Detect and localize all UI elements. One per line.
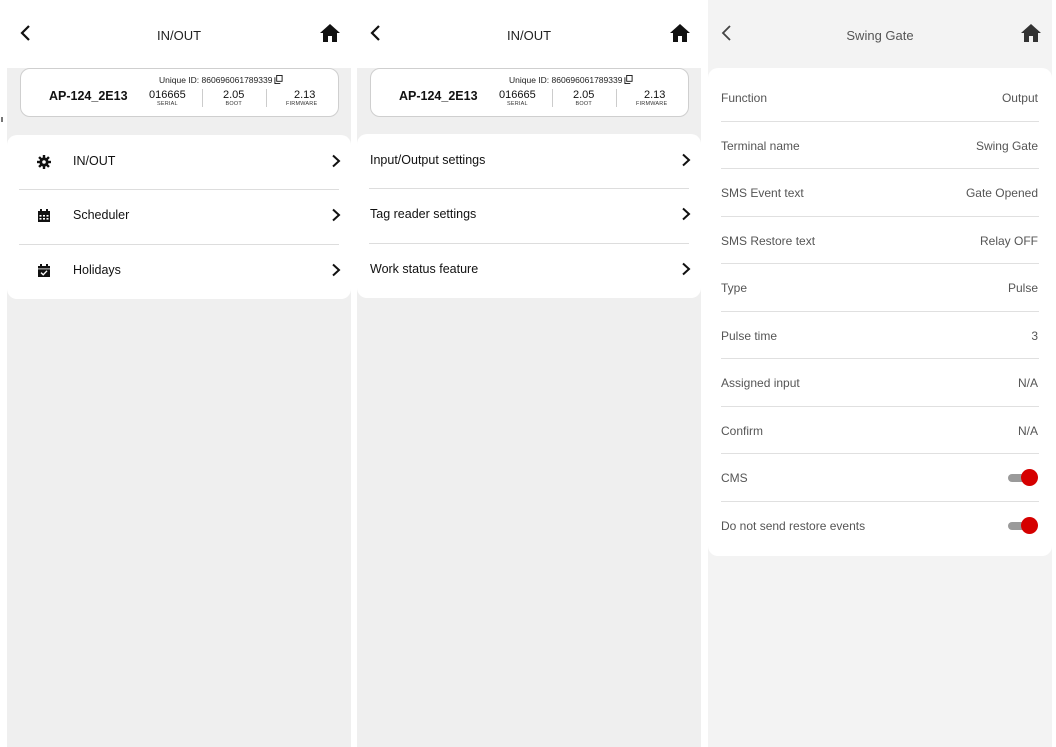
- row-type[interactable]: Type Pulse: [708, 264, 1052, 312]
- edge-mark: [1, 117, 3, 122]
- menu-item-input-output-settings[interactable]: Input/Output settings: [357, 134, 701, 189]
- row-value: 3: [1031, 328, 1038, 343]
- row-value: Relay OFF: [979, 233, 1038, 248]
- menu-item-label: Holidays: [73, 263, 121, 277]
- row-label: SMS Restore text: [721, 233, 816, 248]
- page-title: Swing Gate: [846, 28, 914, 43]
- row-do-not-send-restore-events: Do not send restore events: [708, 502, 1052, 550]
- boot-stat: 2.05 BOOT: [223, 89, 245, 107]
- home-icon[interactable]: [669, 22, 691, 44]
- row-label: Confirm: [721, 423, 764, 438]
- menu-item-work-status-feature[interactable]: Work status feature: [357, 243, 701, 298]
- screen-swing-gate: Swing Gate Function Output Terminal name…: [708, 0, 1052, 747]
- divider: [266, 89, 267, 107]
- chevron-right-icon: [332, 263, 341, 277]
- menu-item-label: IN/OUT: [73, 154, 116, 168]
- row-label: SMS Event text: [721, 186, 804, 200]
- restore-events-toggle[interactable]: [1008, 516, 1038, 535]
- copy-icon[interactable]: [274, 75, 283, 84]
- row-value: Swing Gate: [975, 138, 1038, 153]
- calendar-icon: [38, 209, 50, 222]
- menu-item-scheduler[interactable]: Scheduler: [7, 189, 351, 244]
- settings-card: Function Output Terminal name Swing Gate…: [708, 68, 1052, 556]
- row-label: Pulse time: [721, 328, 778, 343]
- row-function[interactable]: Function Output: [708, 74, 1052, 122]
- row-value: N/A: [1017, 376, 1038, 390]
- chevron-right-icon: [682, 207, 691, 221]
- device-info-card: Unique ID: 860696061789339 AP-124_2E13 0…: [370, 68, 689, 117]
- chevron-right-icon: [682, 262, 691, 276]
- screen-inout-settings: IN/OUT Unique ID: 860696061789339 AP-124…: [357, 0, 701, 747]
- row-assigned-input[interactable]: Assigned input N/A: [708, 359, 1052, 407]
- menu-item-label: Scheduler: [73, 208, 130, 222]
- home-icon[interactable]: [319, 22, 341, 44]
- calendar-check-icon: [38, 264, 50, 277]
- menu-item-tag-reader-settings[interactable]: Tag reader settings: [357, 188, 701, 243]
- menu-item-inout[interactable]: IN/OUT: [7, 135, 351, 190]
- menu-item-label: Tag reader settings: [370, 207, 477, 221]
- row-cms: CMS: [708, 454, 1052, 502]
- device-name: AP-124_2E13: [399, 89, 478, 103]
- home-icon[interactable]: [1020, 22, 1042, 44]
- unique-id: Unique ID: 860696061789339: [159, 75, 283, 85]
- row-label: Do not send restore events: [721, 518, 866, 533]
- row-sms-event-text[interactable]: SMS Event text Gate Opened: [708, 169, 1052, 217]
- top-bar: IN/OUT: [7, 0, 351, 68]
- menu-item-holidays[interactable]: Holidays: [7, 244, 351, 299]
- row-pulse-time[interactable]: Pulse time 3: [708, 312, 1052, 359]
- top-bar: IN/OUT: [357, 0, 701, 68]
- menu-item-label: Work status feature: [370, 262, 479, 276]
- menu-card: Input/Output settings Tag reader setting…: [357, 134, 701, 298]
- boot-stat: 2.05 BOOT: [573, 89, 595, 107]
- cms-toggle[interactable]: [1008, 469, 1038, 487]
- row-value: Output: [1001, 91, 1038, 105]
- serial-stat: 016665 SERIAL: [149, 89, 186, 107]
- row-label: Type: [721, 281, 748, 295]
- menu-card: IN/OUT Scheduler Holidays: [7, 135, 351, 299]
- top-bar: Swing Gate: [708, 0, 1052, 68]
- device-info-card: Unique ID: 860696061789339 AP-124_2E13 0…: [20, 68, 339, 117]
- chevron-right-icon: [332, 154, 341, 168]
- divider: [202, 89, 203, 107]
- row-label: CMS: [721, 471, 748, 485]
- gear-icon: [37, 155, 51, 169]
- copy-icon[interactable]: [624, 75, 633, 84]
- unique-id: Unique ID: 860696061789339: [509, 75, 633, 85]
- row-sms-restore-text[interactable]: SMS Restore text Relay OFF: [708, 217, 1052, 264]
- menu-item-label: Input/Output settings: [370, 153, 486, 167]
- row-confirm[interactable]: Confirm N/A: [708, 407, 1052, 454]
- row-value: Gate Opened: [965, 186, 1038, 200]
- page-title: IN/OUT: [156, 28, 202, 43]
- row-label: Terminal name: [721, 138, 800, 153]
- row-label: Function: [721, 91, 768, 105]
- row-value: N/A: [1017, 423, 1038, 438]
- row-label: Assigned input: [721, 376, 800, 390]
- chevron-right-icon: [682, 153, 691, 167]
- chevron-right-icon: [332, 208, 341, 222]
- device-name: AP-124_2E13: [49, 89, 128, 103]
- row-terminal-name[interactable]: Terminal name Swing Gate: [708, 122, 1052, 169]
- firmware-stat: 2.13 FIRMWARE: [636, 89, 668, 107]
- firmware-stat: 2.13 FIRMWARE: [286, 89, 318, 107]
- divider: [552, 89, 553, 107]
- row-value: Pulse: [1007, 281, 1038, 295]
- screen-inout-main: IN/OUT Unique ID: 860696061789339 AP-124…: [7, 0, 351, 747]
- serial-stat: 016665 SERIAL: [499, 89, 536, 107]
- page-title: IN/OUT: [506, 28, 552, 43]
- divider: [616, 89, 617, 107]
